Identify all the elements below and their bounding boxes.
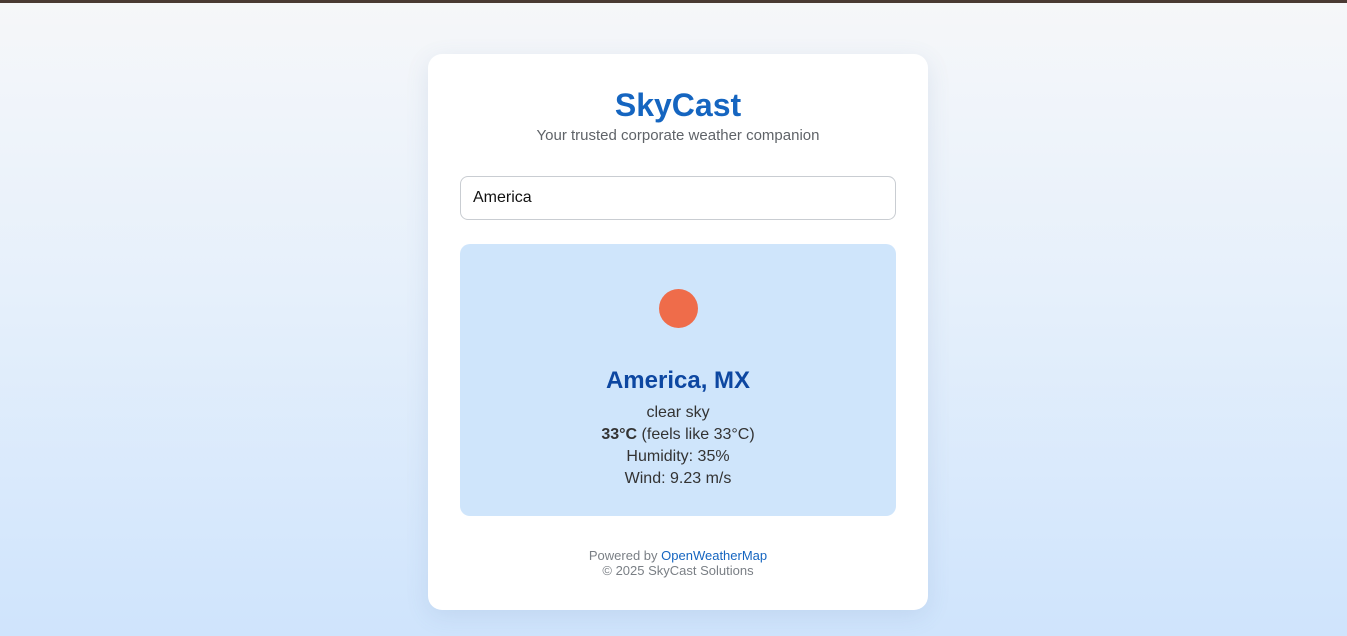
- top-border: [0, 0, 1347, 3]
- weather-description: clear sky: [646, 404, 710, 421]
- city-search-input[interactable]: [460, 176, 896, 220]
- openweathermap-link[interactable]: OpenWeatherMap: [661, 548, 767, 563]
- wind-speed: Wind: 9.23 m/s: [624, 470, 732, 487]
- powered-by: Powered by OpenWeatherMap: [428, 548, 928, 563]
- temperature-value: 33°C: [601, 426, 638, 443]
- copyright: © 2025 SkyCast Solutions: [602, 563, 754, 578]
- app-title: SkyCast: [614, 87, 742, 123]
- location-name: America, MX: [605, 367, 751, 394]
- temperature-line: 33°C (feels like 33°C): [460, 425, 896, 445]
- weather-card: SkyCast Your trusted corporate weather c…: [428, 54, 928, 610]
- sun-icon: [659, 289, 698, 328]
- humidity: Humidity: 35%: [626, 448, 730, 465]
- feels-like: (feels like 33°C): [641, 426, 755, 443]
- footer: Powered by OpenWeatherMap © 2025 SkyCast…: [428, 548, 928, 578]
- app-tagline: Your trusted corporate weather companion: [536, 127, 820, 144]
- weather-result-panel: America, MX clear sky 33°C (feels like 3…: [460, 244, 896, 516]
- powered-by-label: Powered by: [588, 548, 658, 563]
